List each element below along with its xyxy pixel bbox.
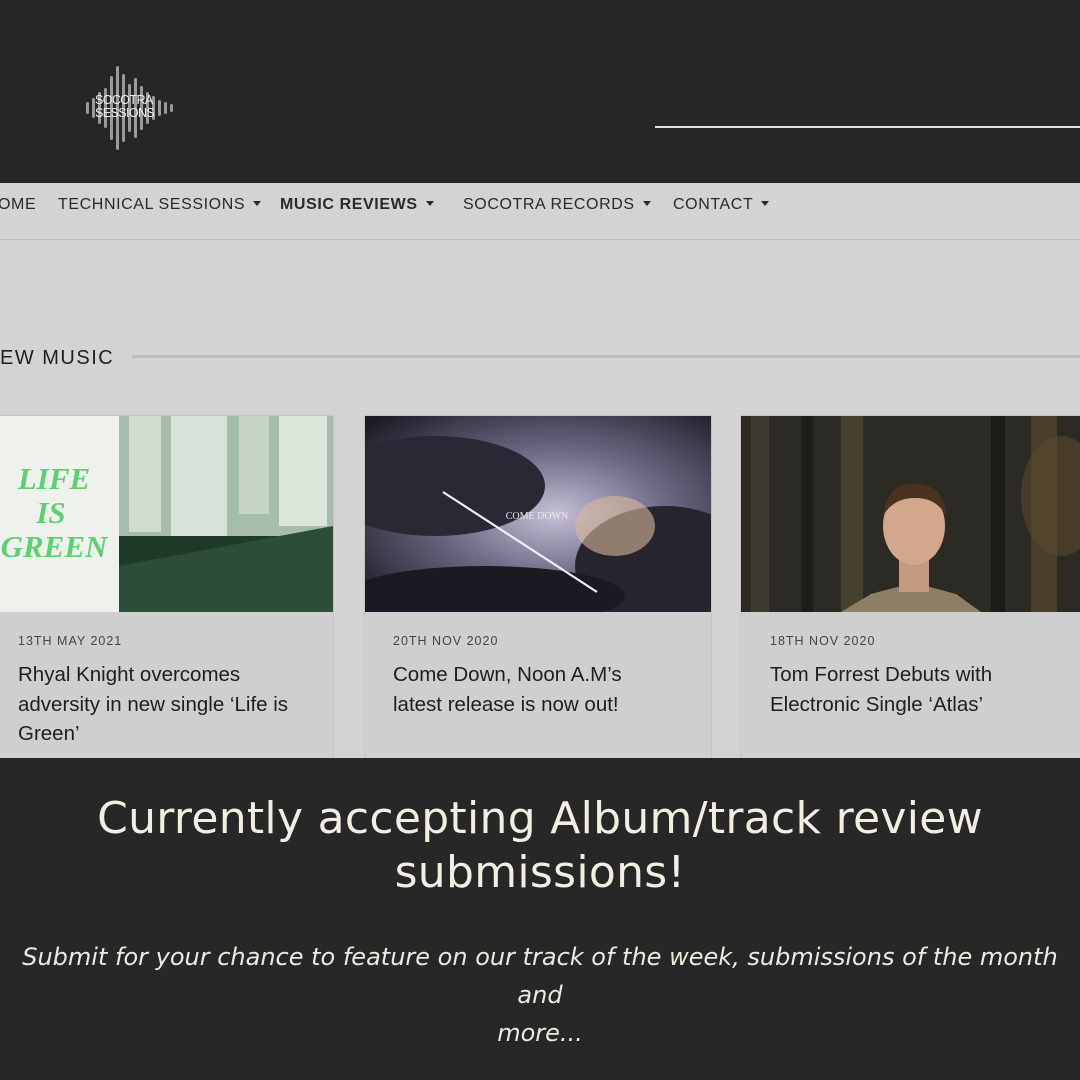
article-thumbnail[interactable]: COME DOWN	[365, 416, 711, 612]
caret-down-icon	[425, 201, 434, 207]
nav-item-home[interactable]: OME	[0, 196, 36, 214]
banner-subtext: Submit for your chance to feature on our…	[20, 938, 1060, 1052]
section-title: EW MUSIC	[0, 347, 115, 369]
banner-headline: Currently accepting Album/track review s…	[0, 792, 1080, 900]
section-divider	[132, 355, 1080, 358]
article-card[interactable]: 18TH NOV 2020 Tom Forrest Debuts with El…	[740, 415, 1080, 758]
article-thumbnail[interactable]	[741, 416, 1080, 612]
article-card[interactable]: LIFE IS GREEN 13TH MAY 2021 Rhyal Knight…	[0, 415, 334, 758]
artwork-text: IS	[35, 495, 65, 530]
article-date: 20TH NOV 2020	[393, 634, 499, 648]
article-title[interactable]: Tom Forrest Debuts with Electronic Singl…	[770, 660, 1050, 719]
banner-subtext-line: more...	[497, 1019, 583, 1047]
nav-item-socotra-records[interactable]: SOCOTRA RECORDS	[463, 196, 651, 214]
banner-headline-line: submissions!	[394, 847, 686, 898]
nav-item-contact[interactable]: CONTACT	[673, 196, 770, 214]
nav-item-music-reviews[interactable]: MUSIC REVIEWS	[280, 196, 434, 214]
caret-down-icon	[761, 201, 770, 207]
article-title[interactable]: Come Down, Noon A.M’s latest release is …	[393, 660, 673, 719]
article-thumbnail[interactable]: LIFE IS GREEN	[0, 416, 333, 612]
banner-subtext-line: Submit for your chance to feature on our…	[22, 943, 1058, 1009]
article-date: 13TH MAY 2021	[18, 634, 123, 648]
main-nav: OME TECHNICAL SESSIONS MUSIC REVIEWS SOC…	[0, 183, 1080, 240]
nav-item-label: OME	[0, 196, 37, 213]
nav-item-label: TECHNICAL SESSIONS	[58, 196, 246, 213]
nav-item-label: CONTACT	[673, 196, 754, 213]
site-content: OME TECHNICAL SESSIONS MUSIC REVIEWS SOC…	[0, 183, 1080, 758]
nav-item-label: SOCOTRA RECORDS	[463, 196, 635, 213]
artwork-text: GREEN	[1, 529, 109, 564]
nav-item-technical-sessions[interactable]: TECHNICAL SESSIONS	[58, 196, 262, 214]
header-divider	[655, 126, 1080, 128]
caret-down-icon	[253, 201, 262, 207]
caret-down-icon	[642, 201, 651, 207]
artwork-text: LIFE	[17, 461, 90, 496]
logo-line-2: SESSIONS	[95, 106, 155, 120]
article-date: 18TH NOV 2020	[770, 634, 876, 648]
artwork-text: COME DOWN	[506, 511, 569, 522]
logo-wordmark: SOCOTRA SESSIONS	[95, 94, 155, 120]
nav-item-label: MUSIC REVIEWS	[280, 196, 418, 213]
banner-headline-line: Currently accepting Album/track review	[97, 793, 983, 844]
article-card[interactable]: COME DOWN 20TH NOV 2020 Come Down, Noon …	[364, 415, 712, 758]
site-header: SOCOTRA SESSIONS	[0, 0, 1080, 183]
article-title[interactable]: Rhyal Knight overcomes adversity in new …	[18, 660, 298, 749]
